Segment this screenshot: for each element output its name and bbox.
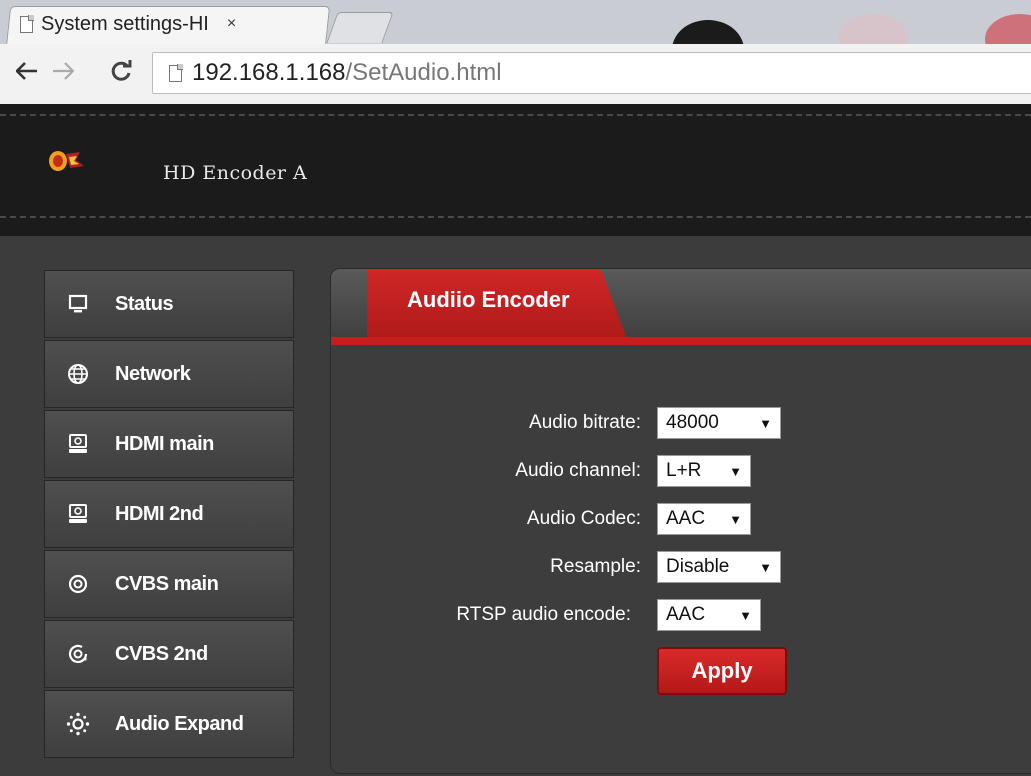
address-bar[interactable]: 192.168.1.168 /SetAudio.html [152, 52, 1031, 94]
close-icon[interactable]: × [227, 15, 236, 33]
select-value: L+R [666, 460, 702, 481]
audio-bitrate-select[interactable]: 48000 ▼ [657, 407, 781, 439]
sidebar-item-audio-expand[interactable]: Audio Expand [44, 690, 294, 758]
form-row-channel: Audio channel: L+R ▼ [331, 455, 781, 487]
header-divider [0, 114, 1031, 116]
header-divider [0, 216, 1031, 218]
sidebar-item-label: CVBS 2nd [115, 642, 208, 665]
field-label: Resample: [550, 556, 641, 577]
select-value: AAC [666, 604, 706, 625]
back-arrow-icon[interactable] [10, 54, 44, 88]
select-value: Disable [666, 556, 730, 577]
rtsp-audio-encode-select[interactable]: AAC ▼ [657, 599, 761, 631]
field-label: RTSP audio encode: [456, 604, 631, 625]
browser-tab-content[interactable]: System settings-HI × [20, 10, 236, 38]
select-value: AAC [666, 508, 706, 529]
browser-tab-title: System settings-HI [41, 12, 209, 35]
select-value: 48000 [666, 412, 719, 433]
sidebar-item-hdmi-main[interactable]: HDMI main [44, 410, 294, 478]
sidebar-item-label: Status [115, 292, 174, 315]
form-row-rtsp: RTSP audio encode: AAC ▼ [331, 599, 791, 631]
form-row-resample: Resample: Disable ▼ [331, 551, 791, 583]
background-image-blur [985, 14, 1031, 44]
audio-codec-select[interactable]: AAC ▼ [657, 503, 751, 535]
dropdown-arrow-icon: ▼ [759, 415, 772, 431]
app-header: HD Encoder A [0, 104, 1031, 236]
url-host: 192.168.1.168 [192, 59, 346, 86]
forward-arrow-icon[interactable] [46, 54, 80, 88]
sidebar-item-status[interactable]: Status [44, 270, 294, 338]
page-icon [169, 64, 183, 82]
background-image-blur [838, 14, 908, 44]
background-image-blur [672, 20, 744, 44]
sidebar-item-label: HDMI 2nd [115, 502, 204, 525]
cvbs-icon [63, 643, 93, 665]
audio-channel-select[interactable]: L+R ▼ [657, 455, 751, 487]
dropdown-arrow-icon: ▼ [729, 511, 742, 527]
cvbs-icon [63, 573, 93, 595]
sidebar-item-hdmi-2nd[interactable]: HDMI 2nd [44, 480, 294, 548]
sidebar-item-label: Audio Expand [115, 712, 244, 735]
brand-logo-icon [49, 151, 84, 171]
dropdown-arrow-icon: ▼ [739, 607, 752, 623]
form-row-codec: Audio Codec: AAC ▼ [331, 503, 781, 535]
globe-icon [63, 363, 93, 385]
reload-icon[interactable] [104, 54, 138, 88]
sidebar-item-cvbs-2nd[interactable]: CVBS 2nd [44, 620, 294, 688]
browser-tab-strip: System settings-HI × [0, 0, 1031, 44]
monitor-icon [63, 294, 93, 314]
sidebar-nav: Status Network HDMI main HDMI 2nd CVBS m… [44, 270, 294, 760]
app-title: HD Encoder A [163, 162, 308, 184]
tab-audio-encoder-label: Audiio Encoder [407, 287, 570, 312]
sidebar-item-network[interactable]: Network [44, 340, 294, 408]
sidebar-item-label: HDMI main [115, 432, 214, 455]
sidebar-item-label: Network [115, 362, 191, 385]
new-tab-button[interactable] [326, 12, 394, 43]
settings-panel: Audiio Encoder Audio bitrate: 48000 ▼ Au… [330, 268, 1031, 774]
url-path: /SetAudio.html [345, 59, 502, 86]
resample-select[interactable]: Disable ▼ [657, 551, 781, 583]
apply-button[interactable]: Apply [657, 647, 787, 695]
hdmi-icon [63, 503, 93, 525]
hdmi-icon [63, 433, 93, 455]
dropdown-arrow-icon: ▼ [729, 463, 742, 479]
field-label: Audio channel: [515, 460, 641, 481]
audio-expand-icon [63, 712, 93, 736]
field-label: Audio Codec: [526, 508, 641, 529]
form-row-bitrate: Audio bitrate: 48000 ▼ [331, 407, 781, 439]
field-label: Audio bitrate: [529, 412, 641, 433]
sidebar-item-label: CVBS main [115, 572, 219, 595]
dropdown-arrow-icon: ▼ [759, 559, 772, 575]
tab-underline [331, 337, 1031, 345]
page-icon [20, 15, 34, 33]
sidebar-item-cvbs-main[interactable]: CVBS main [44, 550, 294, 618]
browser-toolbar: 192.168.1.168 /SetAudio.html [0, 44, 1031, 105]
